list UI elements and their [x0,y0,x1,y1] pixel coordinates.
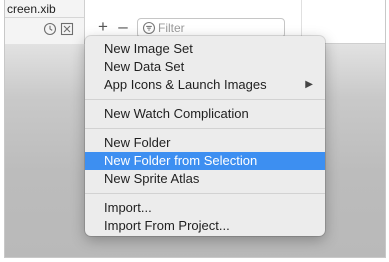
menu-item-label: New Folder [104,135,171,150]
context-menu: New Image Set New Data Set App Icons & L… [85,36,325,236]
menu-item-new-data-set[interactable]: New Data Set [85,58,325,76]
menu-item-label: Import... [104,200,152,215]
clock-icon[interactable] [43,22,57,36]
menu-item-import-from-project[interactable]: Import From Project... [85,217,325,235]
filter-input[interactable] [158,20,278,36]
menu-separator [85,128,325,129]
divider [5,17,84,18]
menu-item-new-image-set[interactable]: New Image Set [85,40,325,58]
menu-separator [85,193,325,194]
menu-item-new-folder-from-selection[interactable]: New Folder from Selection [85,152,325,170]
filter-field[interactable] [137,18,285,38]
menu-separator [85,99,325,100]
menu-item-label: New Sprite Atlas [104,171,200,186]
file-pane: creen.xib [5,0,85,44]
menu-item-label: Import From Project... [104,218,230,233]
menu-item-label: New Folder from Selection [104,153,258,168]
menu-item-label: App Icons & Launch Images [104,77,267,92]
menu-item-label: New Image Set [104,41,193,56]
menu-item-app-icons-launch-images[interactable]: App Icons & Launch Images ▶ [85,76,325,94]
menu-item-import[interactable]: Import... [85,199,325,217]
menu-item-label: New Watch Complication [104,106,249,121]
submenu-arrow-icon: ▶ [305,79,313,90]
file-icons [43,22,74,38]
file-name-label: creen.xib [7,2,56,16]
remove-button[interactable]: – [115,18,131,35]
menu-item-new-sprite-atlas[interactable]: New Sprite Atlas [85,170,325,188]
close-box-icon[interactable] [60,22,74,36]
add-button[interactable]: + [95,18,111,35]
menu-item-new-watch-complication[interactable]: New Watch Complication [85,105,325,123]
menu-item-new-folder[interactable]: New Folder [85,134,325,152]
menu-item-label: New Data Set [104,59,185,74]
filter-icon [142,21,156,35]
